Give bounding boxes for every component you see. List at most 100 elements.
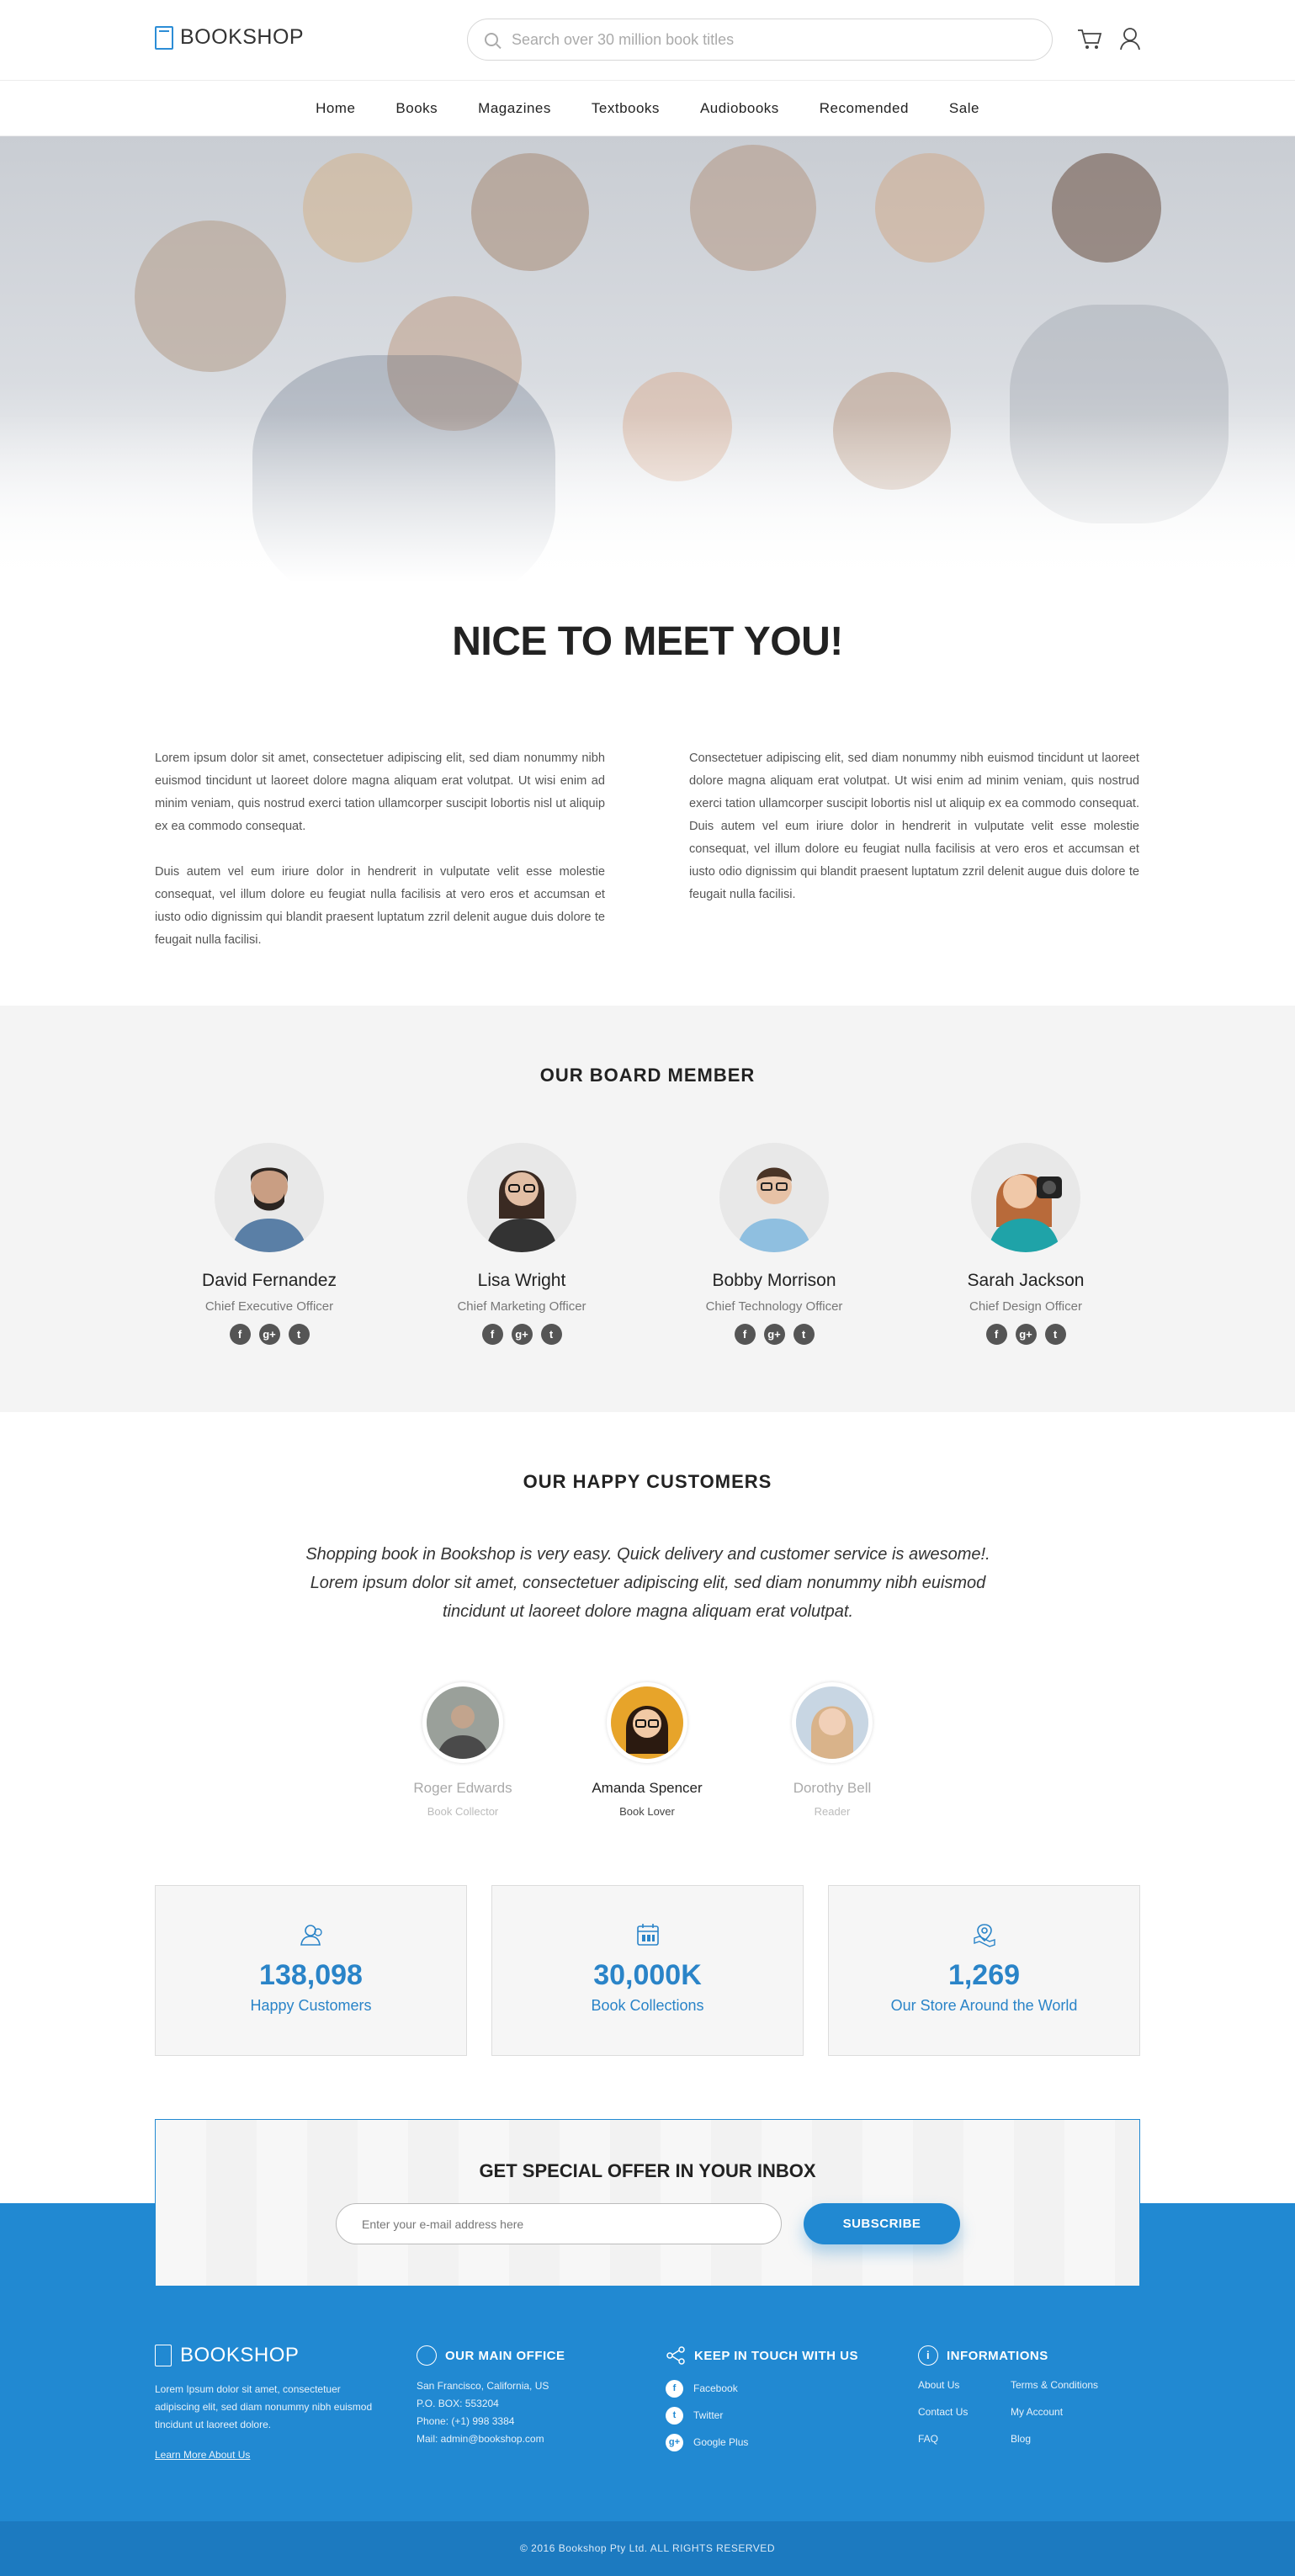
newsletter-title: GET SPECIAL OFFER IN YOUR INBOX <box>479 2160 816 2181</box>
stat-value: 138,098 <box>259 1959 363 1991</box>
nav-audiobooks[interactable]: Audiobooks <box>700 100 779 117</box>
book-logo-icon <box>155 25 173 50</box>
member-socials: f g+ t <box>900 1324 1152 1345</box>
info-link-blog[interactable]: Blog <box>1011 2433 1137 2445</box>
cart-icon[interactable] <box>1077 29 1102 50</box>
user-icon[interactable] <box>1119 27 1141 50</box>
copyright: © 2016 Bookshop Pty Ltd. ALL RIGHTS RESE… <box>0 2521 1295 2576</box>
footer-info-heading: i INFORMATIONS <box>918 2344 1137 2367</box>
customer-card[interactable]: Dorothy Bell Reader <box>731 1682 933 1818</box>
stat-label: Book Collections <box>591 1997 704 2014</box>
customer-name: Amanda Spencer <box>592 1780 703 1796</box>
footer-facebook-link[interactable]: f Facebook <box>666 2379 884 2398</box>
info-link-account[interactable]: My Account <box>1011 2406 1137 2418</box>
users-icon <box>300 1925 322 1946</box>
member-role: Chief Marketing Officer <box>457 1299 586 1314</box>
about-column-left: Lorem ipsum dolor sit amet, consectetuer… <box>155 747 605 952</box>
footer-logo[interactable]: BOOKSHOP <box>155 2344 374 2367</box>
office-address: San Francisco, California, US <box>417 2380 549 2392</box>
google-plus-label: Google Plus <box>693 2436 749 2448</box>
nav-textbooks[interactable]: Textbooks <box>592 100 660 117</box>
info-link-about[interactable]: About Us <box>918 2379 1011 2391</box>
customer-role: Book Collector <box>427 1805 499 1818</box>
board-section: OUR BOARD MEMBER David Fernandez Chief E… <box>0 1006 1295 1412</box>
office-phone: Phone: (+1) 998 3384 <box>417 2415 515 2427</box>
customer-role: Book Lover <box>619 1805 675 1818</box>
avatar <box>422 1682 503 1763</box>
newsletter-box: GET SPECIAL OFFER IN YOUR INBOX SUBSCRIB… <box>155 2119 1140 2287</box>
customer-card[interactable]: Amanda Spencer Book Lover <box>546 1682 748 1818</box>
logo-text: BOOKSHOP <box>180 25 305 49</box>
nav-home[interactable]: Home <box>316 100 355 117</box>
subscribe-button[interactable]: SUBSCRIBE <box>804 2203 960 2244</box>
avatar <box>215 1143 324 1252</box>
books-icon <box>636 1924 659 1946</box>
member-role: Chief Design Officer <box>969 1299 1082 1314</box>
stat-value: 30,000K <box>593 1959 702 1991</box>
google-plus-icon[interactable]: g+ <box>511 1324 533 1345</box>
google-plus-icon[interactable]: g+ <box>1015 1324 1037 1345</box>
book-logo-icon <box>155 2345 172 2366</box>
footer-office-heading: OUR MAIN OFFICE <box>417 2344 618 2367</box>
board-member: David Fernandez Chief Executive Officer … <box>143 1143 395 1345</box>
office-pobox: P.O. BOX: 553204 <box>417 2398 499 2409</box>
twitter-label: Twitter <box>693 2409 724 2421</box>
member-name: Sarah Jackson <box>967 1271 1085 1290</box>
testimonial-quote: Shopping book in Bookshop is very easy. … <box>305 1545 990 1621</box>
stat-card: 138,098 Happy Customers <box>155 1885 467 2056</box>
about-paragraph: Lorem ipsum dolor sit amet, consectetuer… <box>155 752 605 833</box>
share-icon <box>666 2345 686 2366</box>
footer-twitter-link[interactable]: t Twitter <box>666 2406 884 2425</box>
site-header: BOOKSHOP <box>0 0 1295 81</box>
facebook-label: Facebook <box>693 2382 738 2394</box>
nav-books[interactable]: Books <box>395 100 438 117</box>
nav-magazines[interactable]: Magazines <box>478 100 551 117</box>
site-logo[interactable]: BOOKSHOP <box>155 25 304 50</box>
member-role: Chief Technology Officer <box>705 1299 843 1314</box>
info-link-faq[interactable]: FAQ <box>918 2433 1011 2445</box>
compass-icon <box>417 2345 437 2366</box>
search-bar[interactable] <box>467 19 1053 61</box>
info-link-terms[interactable]: Terms & Conditions <box>1011 2379 1137 2391</box>
search-input[interactable] <box>512 30 1016 49</box>
board-member: Sarah Jackson Chief Design Officer f g+ … <box>900 1143 1152 1345</box>
twitter-icon[interactable]: t <box>793 1324 815 1345</box>
twitter-icon[interactable]: t <box>540 1324 562 1345</box>
footer-info-title: INFORMATIONS <box>947 2348 1048 2363</box>
nav-recomended[interactable]: Recomended <box>820 100 909 117</box>
footer-google-plus-link[interactable]: g+ Google Plus <box>666 2433 884 2451</box>
member-name: Bobby Morrison <box>712 1271 836 1290</box>
email-field[interactable] <box>336 2203 782 2244</box>
member-socials: f g+ t <box>395 1324 648 1345</box>
customer-name: Dorothy Bell <box>793 1780 872 1796</box>
facebook-icon[interactable]: f <box>985 1324 1007 1345</box>
info-link-contact[interactable]: Contact Us <box>918 2406 1011 2418</box>
member-name: David Fernandez <box>202 1271 337 1290</box>
facebook-icon[interactable]: f <box>229 1324 251 1345</box>
footer-social: KEEP IN TOUCH WITH US f Facebook t Twitter… <box>666 2344 884 2460</box>
google-plus-icon[interactable]: g+ <box>258 1324 280 1345</box>
about-paragraph: Consectetuer adipiscing elit, sed diam n… <box>689 752 1139 901</box>
footer-about: BOOKSHOP Lorem Ipsum dolor sit amet, con… <box>155 2344 374 2461</box>
member-role: Chief Executive Officer <box>204 1299 334 1314</box>
google-plus-icon[interactable]: g+ <box>763 1324 785 1345</box>
footer-social-title: KEEP IN TOUCH WITH US <box>694 2348 858 2363</box>
office-mail: Mail: admin@bookshop.com <box>417 2433 544 2445</box>
twitter-icon[interactable]: t <box>288 1324 310 1345</box>
footer-office: OUR MAIN OFFICE San Francisco, Californi… <box>417 2344 618 2448</box>
hero-image <box>0 136 1295 582</box>
twitter-icon[interactable]: t <box>1044 1324 1066 1345</box>
google-plus-icon: g+ <box>666 2433 683 2451</box>
avatar <box>719 1143 829 1252</box>
member-socials: f g+ t <box>143 1324 395 1345</box>
twitter-icon: t <box>666 2406 683 2425</box>
customer-role: Reader <box>814 1805 851 1818</box>
facebook-icon[interactable]: f <box>481 1324 503 1345</box>
facebook-icon: f <box>666 2379 683 2398</box>
customer-card[interactable]: Roger Edwards Book Collector <box>362 1682 564 1818</box>
nav-sale[interactable]: Sale <box>949 100 979 117</box>
facebook-icon[interactable]: f <box>734 1324 756 1345</box>
avatar <box>792 1682 873 1763</box>
learn-more-link[interactable]: Learn More About Us <box>155 2449 374 2461</box>
footer-social-heading: KEEP IN TOUCH WITH US <box>666 2344 884 2367</box>
